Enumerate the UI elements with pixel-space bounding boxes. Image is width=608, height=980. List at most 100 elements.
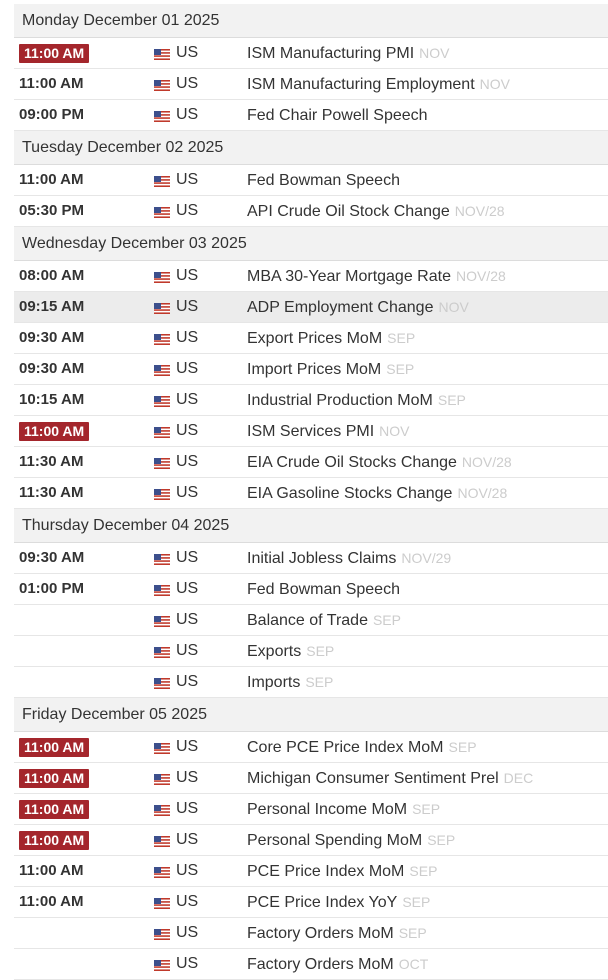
event-name-cell: API Crude Oil Stock Change NOV/28 bbox=[247, 196, 505, 227]
event-name[interactable]: Initial Jobless Claims bbox=[247, 550, 396, 567]
event-name[interactable]: Fed Chair Powell Speech bbox=[247, 107, 428, 124]
event-country: US bbox=[176, 329, 199, 346]
event-row[interactable]: US Factory Orders MoM SEP bbox=[14, 918, 608, 949]
event-row[interactable]: 11:00 AM US Fed Bowman Speech bbox=[14, 165, 608, 196]
event-row[interactable]: 09:30 AM US Initial Jobless Claims NOV/29 bbox=[14, 543, 608, 574]
us-flag-icon bbox=[154, 303, 170, 314]
event-row[interactable]: 10:15 AM US Industrial Production MoM SEP bbox=[14, 385, 608, 416]
event-country: US bbox=[176, 267, 199, 284]
event-name[interactable]: ISM Manufacturing Employment bbox=[247, 76, 475, 93]
event-name[interactable]: Industrial Production MoM bbox=[247, 392, 433, 409]
event-name[interactable]: Import Prices MoM bbox=[247, 361, 381, 378]
event-row[interactable]: 11:00 AM US Personal Income MoM SEP bbox=[14, 794, 608, 825]
event-name[interactable]: Imports bbox=[247, 674, 300, 691]
event-row[interactable]: 09:15 AM US ADP Employment Change NOV bbox=[14, 292, 608, 323]
event-row[interactable]: 11:00 AM US PCE Price Index YoY SEP bbox=[14, 887, 608, 918]
event-row[interactable]: 05:30 PM US API Crude Oil Stock Change NO… bbox=[14, 196, 608, 227]
us-flag-icon bbox=[154, 458, 170, 469]
event-name[interactable]: Personal Spending MoM bbox=[247, 832, 422, 849]
event-row[interactable]: 11:00 AM US ISM Manufacturing Employment… bbox=[14, 69, 608, 100]
event-reference: DEC bbox=[503, 770, 534, 786]
event-name-cell: MBA 30-Year Mortgage Rate NOV/28 bbox=[247, 261, 506, 292]
us-flag-icon bbox=[154, 80, 170, 91]
event-name-cell: ISM Manufacturing PMI NOV bbox=[247, 38, 450, 69]
event-name[interactable]: Fed Bowman Speech bbox=[247, 581, 400, 598]
event-row[interactable]: 11:00 AM US PCE Price Index MoM SEP bbox=[14, 856, 608, 887]
day-header: Friday December 05 2025 bbox=[14, 698, 608, 732]
event-row[interactable]: US Imports SEP bbox=[14, 667, 608, 698]
us-flag-icon bbox=[154, 365, 170, 376]
event-reference: SEP bbox=[437, 392, 466, 408]
event-name[interactable]: Michigan Consumer Sentiment Prel bbox=[247, 770, 499, 787]
event-row[interactable]: 11:00 AM US Michigan Consumer Sentiment … bbox=[14, 763, 608, 794]
event-name[interactable]: EIA Gasoline Stocks Change bbox=[247, 485, 452, 502]
event-name[interactable]: PCE Price Index MoM bbox=[247, 863, 404, 880]
event-name-cell: Core PCE Price Index MoM SEP bbox=[247, 732, 477, 763]
day-header-label: Wednesday December 03 2025 bbox=[22, 235, 247, 252]
economic-calendar: Monday December 01 2025 11:00 AM US ISM … bbox=[14, 4, 608, 980]
event-row[interactable]: 11:30 AM US EIA Gasoline Stocks Change NO… bbox=[14, 478, 608, 509]
event-name[interactable]: Factory Orders MoM bbox=[247, 956, 394, 973]
event-reference: SEP bbox=[386, 361, 415, 377]
event-name-cell: Imports SEP bbox=[247, 667, 333, 698]
event-name-cell: EIA Crude Oil Stocks Change NOV/28 bbox=[247, 447, 512, 478]
event-name[interactable]: PCE Price Index YoY bbox=[247, 894, 397, 911]
event-reference: SEP bbox=[412, 801, 441, 817]
event-row[interactable]: 08:00 AM US MBA 30-Year Mortgage Rate NOV… bbox=[14, 261, 608, 292]
event-name-cell: Import Prices MoM SEP bbox=[247, 354, 414, 385]
event-row[interactable]: 11:30 AM US EIA Crude Oil Stocks Change N… bbox=[14, 447, 608, 478]
us-flag-icon bbox=[154, 207, 170, 218]
event-name[interactable]: ISM Services PMI bbox=[247, 423, 374, 440]
event-time: 01:00 PM bbox=[19, 580, 85, 597]
event-reference: SEP bbox=[409, 863, 438, 879]
event-name[interactable]: Personal Income MoM bbox=[247, 801, 407, 818]
event-name-cell: PCE Price Index MoM SEP bbox=[247, 856, 437, 887]
event-country: US bbox=[176, 955, 199, 972]
event-country: US bbox=[176, 171, 199, 188]
event-row[interactable]: 09:30 AM US Import Prices MoM SEP bbox=[14, 354, 608, 385]
event-reference: SEP bbox=[427, 832, 456, 848]
us-flag-icon bbox=[154, 960, 170, 971]
event-name[interactable]: Export Prices MoM bbox=[247, 330, 382, 347]
event-reference: NOV/28 bbox=[455, 268, 506, 284]
us-flag-icon bbox=[154, 111, 170, 122]
event-row[interactable]: 11:00 AM US ISM Services PMI NOV bbox=[14, 416, 608, 447]
event-row[interactable]: US Balance of Trade SEP bbox=[14, 605, 608, 636]
event-row[interactable]: 01:00 PM US Fed Bowman Speech bbox=[14, 574, 608, 605]
event-time: 11:00 AM bbox=[19, 862, 84, 879]
event-country: US bbox=[176, 580, 199, 597]
event-name[interactable]: Core PCE Price Index MoM bbox=[247, 739, 444, 756]
event-name[interactable]: Factory Orders MoM bbox=[247, 925, 394, 942]
event-name[interactable]: API Crude Oil Stock Change bbox=[247, 203, 450, 220]
us-flag-icon bbox=[154, 49, 170, 60]
event-name[interactable]: ADP Employment Change bbox=[247, 299, 433, 316]
event-time: 10:15 AM bbox=[19, 391, 85, 408]
event-name-cell: ISM Manufacturing Employment NOV bbox=[247, 69, 510, 100]
event-country: US bbox=[176, 44, 199, 61]
event-row[interactable]: 11:00 AM US Core PCE Price Index MoM SEP bbox=[14, 732, 608, 763]
event-country: US bbox=[176, 862, 199, 879]
event-name[interactable]: Balance of Trade bbox=[247, 612, 368, 629]
event-reference: SEP bbox=[306, 643, 335, 659]
event-name-cell: Personal Spending MoM SEP bbox=[247, 825, 455, 856]
event-name[interactable]: ISM Manufacturing PMI bbox=[247, 45, 414, 62]
event-name-cell: Personal Income MoM SEP bbox=[247, 794, 440, 825]
event-reference: SEP bbox=[402, 894, 431, 910]
event-row[interactable]: US Factory Orders MoM OCT bbox=[14, 949, 608, 980]
event-name[interactable]: Fed Bowman Speech bbox=[247, 172, 400, 189]
event-name-cell: Balance of Trade SEP bbox=[247, 605, 401, 636]
event-name[interactable]: EIA Crude Oil Stocks Change bbox=[247, 454, 457, 471]
event-row[interactable]: 09:00 PM US Fed Chair Powell Speech bbox=[14, 100, 608, 131]
event-time: 09:30 AM bbox=[19, 329, 85, 346]
event-reference: NOV/28 bbox=[454, 203, 505, 219]
event-country: US bbox=[176, 831, 199, 848]
event-reference: NOV bbox=[479, 76, 510, 92]
event-name[interactable]: MBA 30-Year Mortgage Rate bbox=[247, 268, 451, 285]
event-row[interactable]: 11:00 AM US ISM Manufacturing PMI NOV bbox=[14, 38, 608, 69]
us-flag-icon bbox=[154, 585, 170, 596]
event-row[interactable]: 09:30 AM US Export Prices MoM SEP bbox=[14, 323, 608, 354]
event-row[interactable]: US Exports SEP bbox=[14, 636, 608, 667]
event-time: 11:30 AM bbox=[19, 453, 84, 470]
event-name[interactable]: Exports bbox=[247, 643, 301, 660]
event-row[interactable]: 11:00 AM US Personal Spending MoM SEP bbox=[14, 825, 608, 856]
